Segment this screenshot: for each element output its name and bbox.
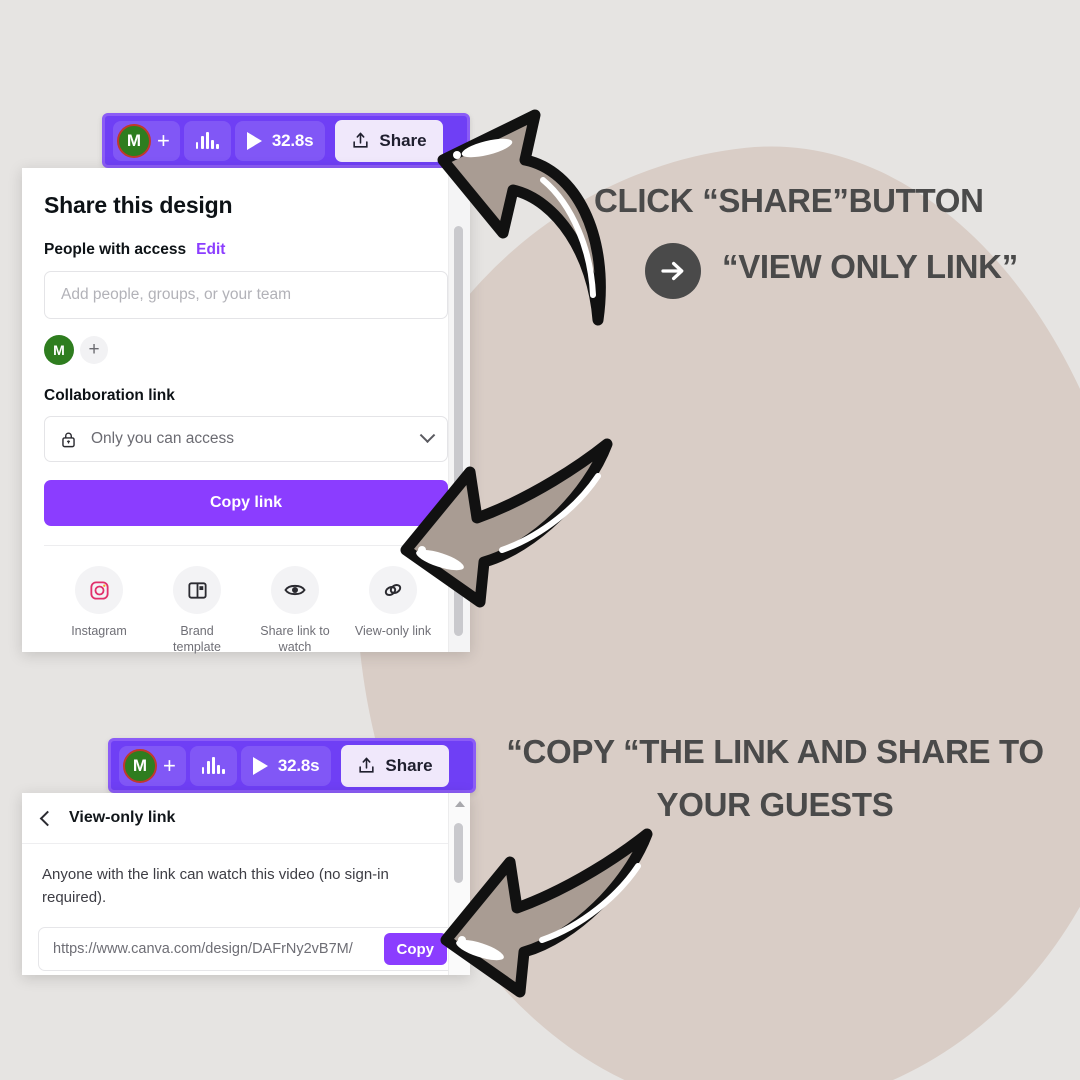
account-group[interactable]: M + bbox=[113, 120, 180, 161]
curved-arrow-to-copy-button bbox=[440, 828, 653, 998]
play-icon bbox=[252, 756, 268, 775]
instruction-step2-line2: YOUR GUESTS bbox=[656, 786, 894, 823]
instruction-step1-line1: CLICK “SHARE”BUTTON bbox=[594, 182, 984, 219]
add-people-placeholder: Add people, groups, or your team bbox=[61, 286, 292, 303]
view-only-url: https://www.canva.com/design/DAFrNy2vB7M… bbox=[53, 941, 353, 957]
bar-chart-icon bbox=[195, 132, 219, 149]
share-option-share-link-to-watch[interactable]: Share link to watch bbox=[246, 566, 344, 655]
share-option-label: View-only link bbox=[354, 624, 432, 638]
play-duration-button[interactable]: 32.8s bbox=[240, 745, 332, 786]
view-only-link-panel: View-only link Anyone with the link can … bbox=[22, 793, 470, 975]
share-option-label: Share link to watch bbox=[260, 624, 330, 654]
add-people-input[interactable]: Add people, groups, or your team bbox=[44, 271, 448, 319]
eye-icon bbox=[271, 566, 319, 614]
access-level-value: Only you can access bbox=[91, 430, 235, 447]
instruction-step2-line1: “COPY “THE LINK AND SHARE TO bbox=[506, 733, 1044, 770]
share-option-instagram[interactable]: Instagram bbox=[50, 566, 148, 655]
bar-chart-button[interactable] bbox=[189, 745, 237, 786]
lock-icon bbox=[62, 432, 75, 447]
instagram-icon bbox=[75, 566, 123, 614]
poster-canvas: M + 32.8s Share Share this design People… bbox=[0, 0, 1080, 1080]
chevron-left-icon[interactable] bbox=[39, 810, 56, 826]
add-member-button[interactable]: + bbox=[163, 754, 176, 777]
add-person-button[interactable]: + bbox=[80, 336, 108, 364]
share-button[interactable]: Share bbox=[341, 744, 449, 787]
account-group[interactable]: M + bbox=[119, 745, 186, 786]
share-button-label: Share bbox=[385, 755, 433, 775]
view-only-description: Anyone with the link can watch this vide… bbox=[42, 866, 389, 906]
duration-label: 32.8s bbox=[271, 130, 314, 150]
bar-chart-icon bbox=[201, 757, 225, 774]
arrow-right-icon bbox=[661, 261, 684, 281]
scroll-up-arrow-icon[interactable] bbox=[455, 801, 465, 807]
canva-toolbar-top: M + 32.8s Share bbox=[102, 113, 470, 168]
people-access-row: People with access Edit bbox=[44, 241, 448, 259]
share-option-label: Instagram bbox=[71, 624, 127, 638]
panel-title: Share this design bbox=[44, 192, 233, 218]
avatar[interactable]: M bbox=[117, 123, 151, 158]
arrow-right-circle-icon bbox=[645, 243, 701, 299]
instruction-step1-line2: “VIEW ONLY LINK” bbox=[722, 248, 1018, 285]
copy-link-button[interactable]: Copy link bbox=[44, 480, 448, 526]
people-access-label: People with access bbox=[44, 241, 187, 258]
share-option-brand-template[interactable]: Brand template bbox=[148, 566, 246, 655]
play-duration-button[interactable]: 32.8s bbox=[234, 120, 326, 161]
avatar[interactable]: M bbox=[123, 748, 157, 783]
share-options-row: Instagram Brand template Share link to w… bbox=[44, 546, 448, 655]
view-only-link-field[interactable]: https://www.canva.com/design/DAFrNy2vB7M… bbox=[38, 927, 454, 971]
people-avatars: M + bbox=[44, 335, 448, 365]
collaboration-link-label: Collaboration link bbox=[44, 387, 175, 404]
upload-share-icon bbox=[359, 757, 374, 773]
avatar[interactable]: M bbox=[44, 335, 74, 365]
bar-chart-button[interactable] bbox=[183, 120, 231, 161]
curved-arrow-to-view-only-link bbox=[400, 438, 613, 608]
add-member-button[interactable]: + bbox=[157, 129, 170, 152]
play-icon bbox=[246, 131, 262, 150]
duration-label: 32.8s bbox=[277, 755, 320, 775]
share-button-label: Share bbox=[379, 130, 427, 150]
view-only-header: View-only link bbox=[22, 793, 470, 844]
copy-link-label: Copy link bbox=[209, 494, 282, 511]
upload-share-icon bbox=[353, 132, 368, 148]
access-level-select[interactable]: Only you can access bbox=[44, 416, 448, 462]
share-option-label: Brand template bbox=[173, 624, 221, 654]
canva-toolbar-bottom: M + 32.8s Share bbox=[108, 738, 476, 793]
brand-template-icon bbox=[173, 566, 221, 614]
edit-access-link[interactable]: Edit bbox=[196, 241, 225, 259]
view-only-title: View-only link bbox=[69, 809, 176, 826]
